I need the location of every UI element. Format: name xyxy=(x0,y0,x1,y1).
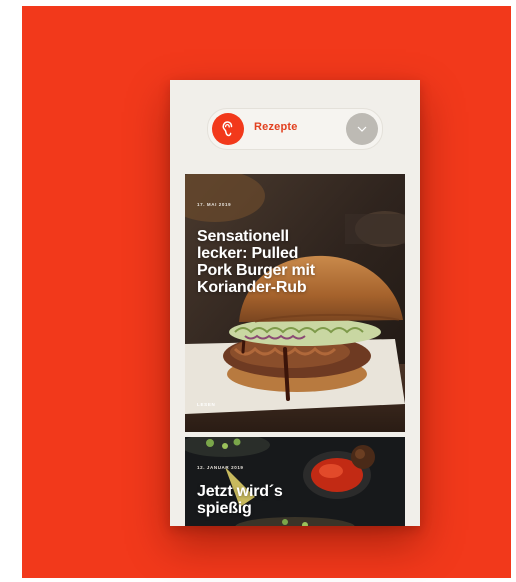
article-date: 17. MAI 2019 xyxy=(197,202,232,207)
article-title[interactable]: Jetzt wird´s spießig xyxy=(197,483,337,517)
burger-photo xyxy=(185,174,405,432)
article-category[interactable]: LESEN xyxy=(197,402,216,407)
brand-background: Rezepte 17. MAI 2019 Sensationell lecker… xyxy=(22,6,511,578)
article-card[interactable]: 17. MAI 2019 Sensationell lecker: Pulled… xyxy=(185,174,405,432)
section-selector[interactable]: Rezepte xyxy=(207,108,383,150)
ear-icon[interactable] xyxy=(212,113,244,145)
article-date: 12. JANUAR 2019 xyxy=(197,465,244,470)
chevron-down-icon[interactable] xyxy=(346,113,378,145)
article-card[interactable]: 12. JANUAR 2019 Jetzt wird´s spießig xyxy=(185,437,405,526)
mobile-screen: Rezepte 17. MAI 2019 Sensationell lecker… xyxy=(170,80,420,526)
section-label: Rezepte xyxy=(254,121,298,133)
article-title[interactable]: Sensationell lecker: Pulled Pork Burger … xyxy=(197,228,337,296)
